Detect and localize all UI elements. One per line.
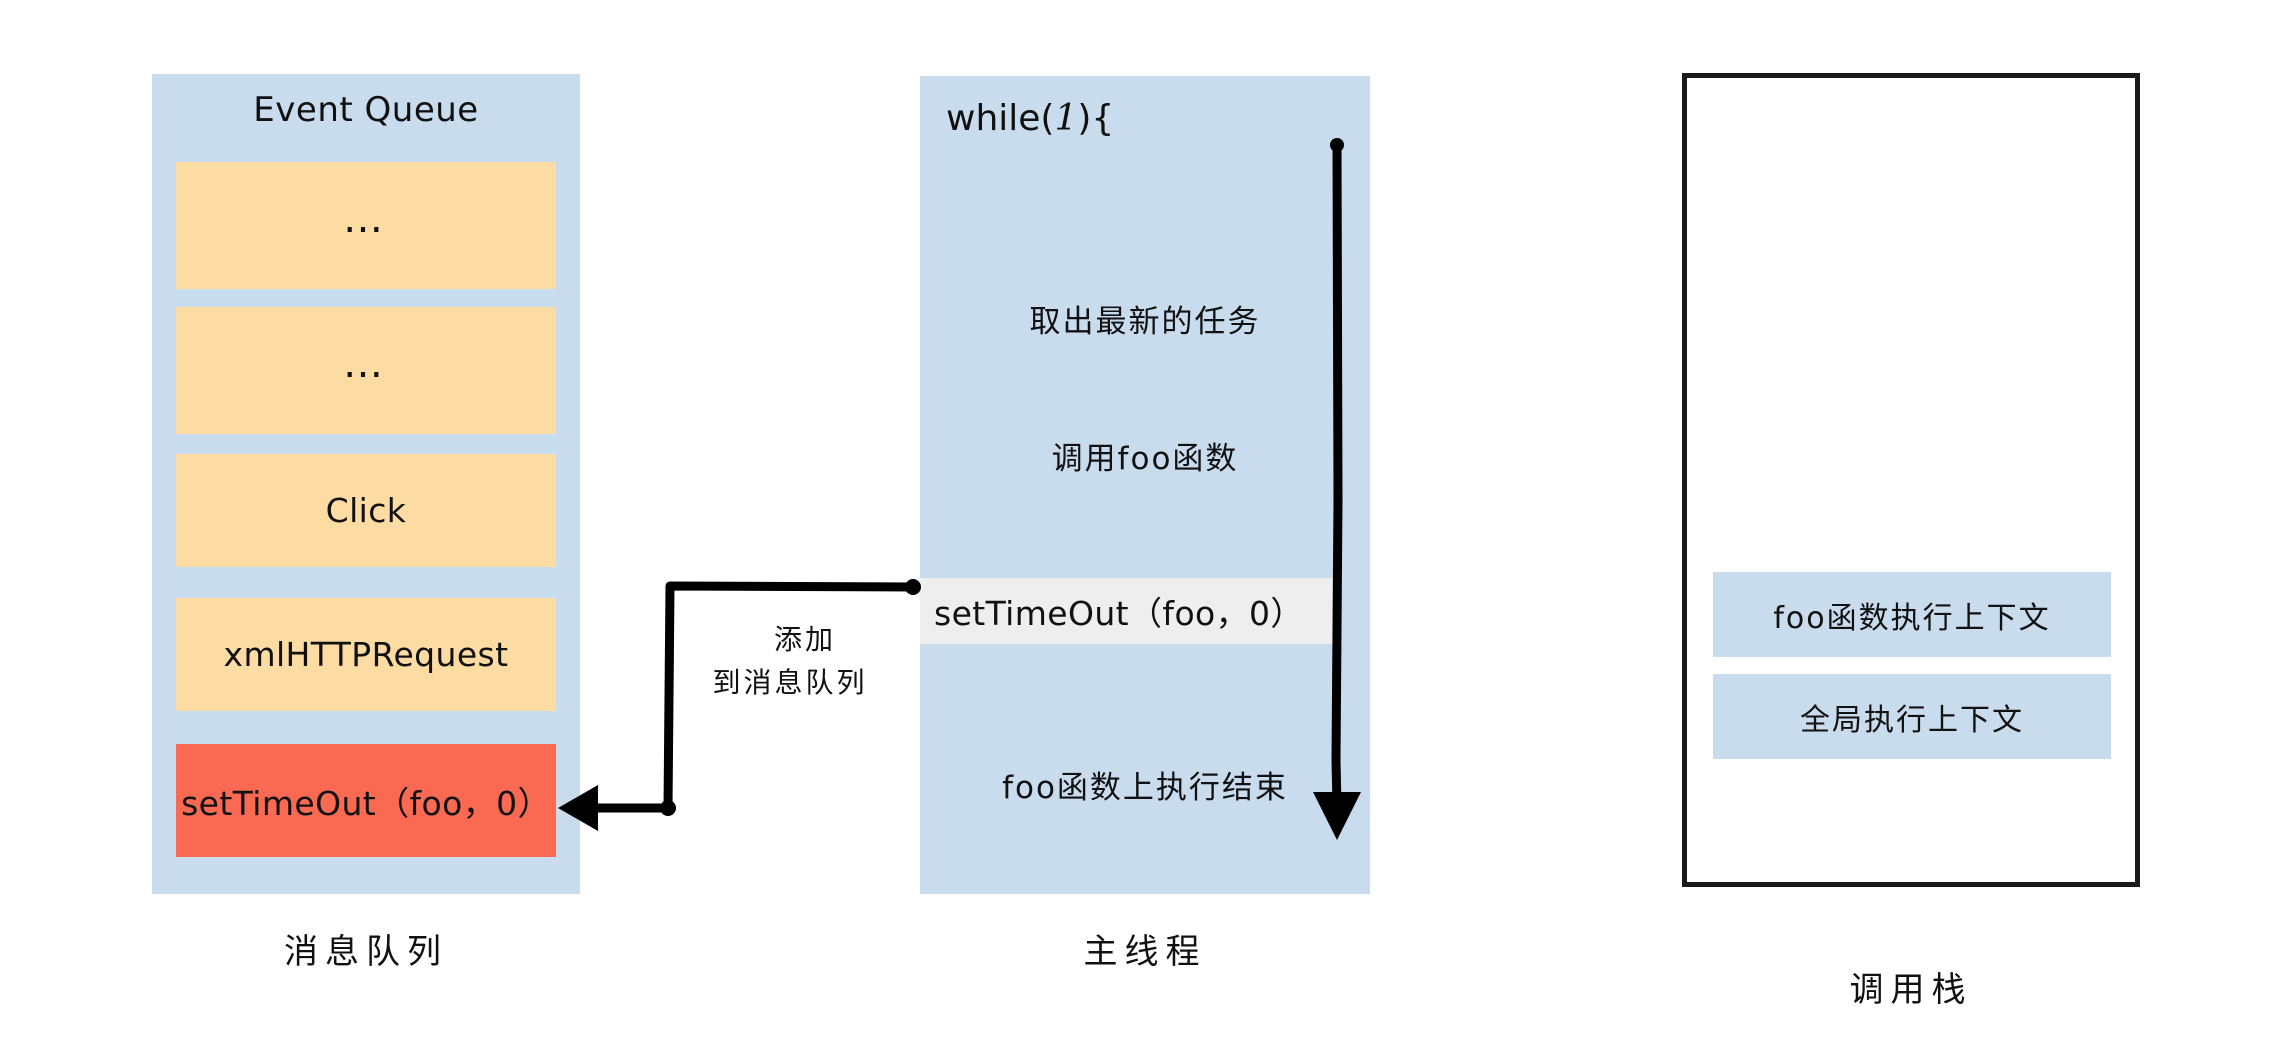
stack-frame-foo-context[interactable]: foo函数执行上下文 xyxy=(1713,572,2111,657)
diagram-canvas: Event Queue … … Click xmlHTTPRequest set… xyxy=(0,0,2284,1058)
connector-annotation: 添加 到消息队列 xyxy=(690,618,920,705)
settimeout-call-label: setTimeOut（foo，0） xyxy=(934,594,1304,633)
event-queue-title: Event Queue xyxy=(253,90,479,130)
settimeout-call-box[interactable]: setTimeOut（foo，0） xyxy=(920,578,1340,644)
main-thread-panel: while(1){ 取出最新的任务 调用foo函数 setTimeOut（foo… xyxy=(920,76,1370,894)
call-stack-panel: foo函数执行上下文 全局执行上下文 xyxy=(1682,73,2140,887)
while-close: ){ xyxy=(1077,98,1115,139)
queue-item-label: setTimeOut（foo，0） xyxy=(181,783,551,823)
queue-item-ellipsis-1[interactable]: … xyxy=(176,162,556,289)
thread-step-foo-finished: foo函数上执行结束 xyxy=(1002,770,1288,806)
stack-frame-global-context[interactable]: 全局执行上下文 xyxy=(1713,674,2111,759)
connector-annotation-line2: 到消息队列 xyxy=(712,666,868,700)
while-loop-label: while(1){ xyxy=(946,98,1114,139)
thread-step-call-foo: 调用foo函数 xyxy=(1051,441,1239,477)
queue-item-click[interactable]: Click xyxy=(176,454,556,567)
main-thread-caption: 主线程 xyxy=(1083,932,1207,972)
enqueue-connector-arrow xyxy=(558,579,921,831)
queue-item-label: Click xyxy=(325,491,407,530)
queue-item-label: xmlHTTPRequest xyxy=(223,635,509,674)
queue-item-xmlhttprequest[interactable]: xmlHTTPRequest xyxy=(176,598,556,711)
connector-annotation-line1: 添加 xyxy=(773,623,836,656)
while-open: while( xyxy=(946,98,1055,139)
queue-item-label: … xyxy=(343,340,389,387)
queue-item-ellipsis-2[interactable]: … xyxy=(176,307,556,434)
call-stack-caption: 调用栈 xyxy=(1849,970,1973,1010)
event-queue-caption: 消息队列 xyxy=(284,932,448,972)
queue-item-label: … xyxy=(343,195,389,242)
queue-item-settimeout[interactable]: setTimeOut（foo，0） xyxy=(176,744,556,857)
thread-step-fetch-task: 取出最新的任务 xyxy=(1029,304,1261,340)
event-queue-panel: Event Queue … … Click xmlHTTPRequest set… xyxy=(152,74,580,894)
while-arg: 1 xyxy=(1054,98,1078,139)
